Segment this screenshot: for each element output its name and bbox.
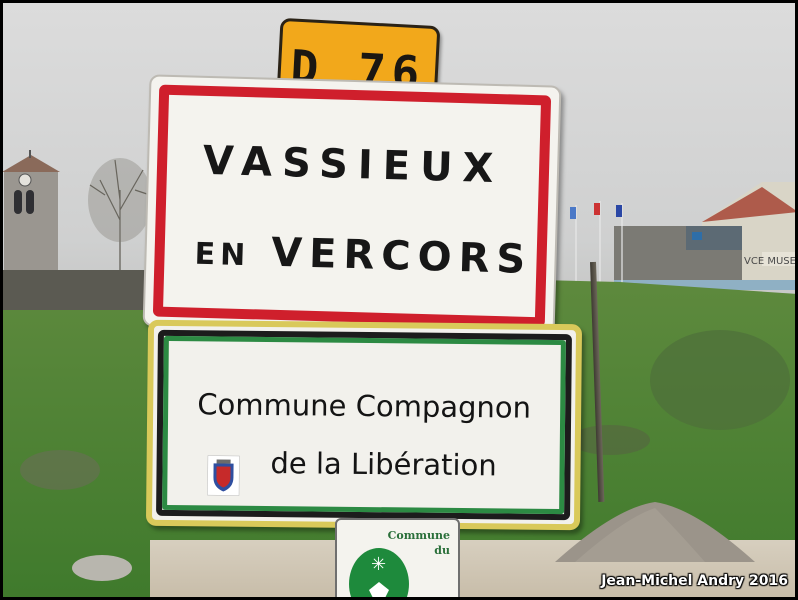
gravel-pile xyxy=(555,502,755,562)
commune-sign-green-border: Commune Compagnon de la Libération xyxy=(162,335,566,515)
rock xyxy=(72,555,132,581)
town-sign-border: VASSIEUX EN VERCORS xyxy=(152,84,552,328)
photo-scene: VCE MUSEE DE xyxy=(0,0,798,600)
coat-of-arms-icon xyxy=(207,455,240,496)
town-name-prefix: EN xyxy=(194,236,251,274)
church-tower xyxy=(2,150,60,270)
commune-sign-border: Commune Compagnon de la Libération xyxy=(156,329,572,521)
town-name-main: VERCORS xyxy=(270,229,533,284)
svg-text:✳: ✳ xyxy=(371,554,386,575)
park-emblem-icon: ✳ xyxy=(349,548,409,600)
town-name-sign: VASSIEUX EN VERCORS xyxy=(142,74,562,338)
town-name-line1: VASSIEUX xyxy=(202,137,504,193)
photo-credit: Jean-Michel Andry 2016 xyxy=(601,573,788,589)
small-commune-sign: Commune du ✳ xyxy=(335,518,460,600)
svg-text:VCE MUSEE DE: VCE MUSEE DE xyxy=(744,256,798,267)
commune-line1: Commune Compagnon xyxy=(197,387,532,425)
commune-sign: Commune Compagnon de la Libération xyxy=(145,319,583,531)
town-name-line2: EN VERCORS xyxy=(194,228,533,283)
